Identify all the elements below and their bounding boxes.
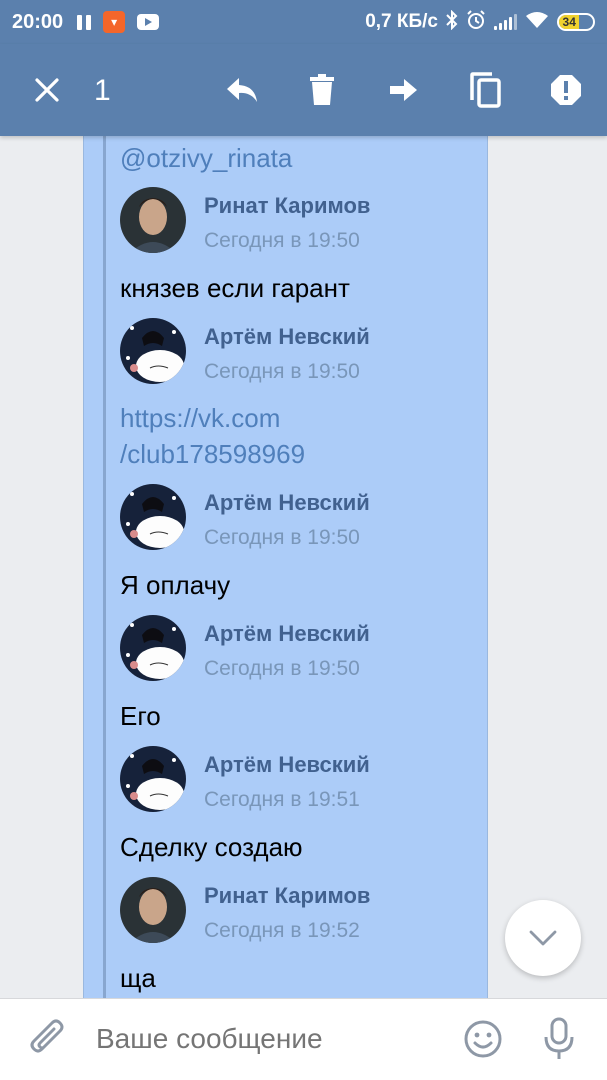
- copy-button[interactable]: [465, 70, 505, 110]
- avatar[interactable]: [120, 187, 186, 253]
- signal-icon: [494, 14, 517, 30]
- wifi-icon: [525, 11, 549, 34]
- delete-icon: [310, 74, 334, 105]
- message-author[interactable]: Артём Невский: [204, 752, 370, 778]
- message-author[interactable]: Ринат Каримов: [204, 883, 370, 909]
- message-text: князев если гарант: [120, 273, 350, 303]
- battery-icon: 34: [557, 13, 595, 31]
- delete-button[interactable]: [302, 70, 342, 110]
- message-header: Ринат Каримов Сегодня в 19:52: [120, 877, 480, 943]
- message-text: Сделку создаю: [120, 832, 303, 862]
- battery-level: 34: [559, 15, 580, 29]
- scroll-down-button[interactable]: [505, 900, 581, 976]
- reply-icon: [227, 78, 257, 102]
- message-text: ща: [120, 963, 156, 993]
- message-author[interactable]: Артём Невский: [204, 621, 370, 647]
- message-time: Сегодня в 19:52: [204, 919, 360, 942]
- microphone-icon: [544, 1017, 574, 1059]
- message-composer: [0, 998, 607, 1080]
- report-icon: [551, 75, 581, 105]
- message-author[interactable]: Артём Невский: [204, 324, 370, 350]
- message-time: Сегодня в 19:50: [204, 229, 360, 252]
- attach-button[interactable]: [28, 1019, 68, 1066]
- alarm-icon: [466, 9, 486, 35]
- message-header: Артём Невский Сегодня в 19:51: [120, 746, 480, 812]
- message-input[interactable]: [96, 1023, 446, 1055]
- chevron-down-icon: [529, 930, 557, 946]
- message-header: Ринат Каримов Сегодня в 19:50: [120, 187, 480, 253]
- status-bar: 20:00 ▾ 0,7 КБ/с 34: [0, 0, 607, 44]
- message-time: Сегодня в 19:50: [204, 657, 360, 680]
- network-speed: 0,7 КБ/с: [365, 11, 438, 32]
- forward-button[interactable]: [383, 70, 423, 110]
- copy-icon: [470, 72, 501, 108]
- close-button[interactable]: [27, 70, 67, 110]
- forwarded-quote-line: [103, 136, 106, 998]
- avatar[interactable]: [120, 484, 186, 550]
- message-author[interactable]: Артём Невский: [204, 490, 370, 516]
- bluetooth-icon: [446, 9, 458, 35]
- emoji-icon: [464, 1020, 502, 1058]
- avatar[interactable]: [120, 877, 186, 943]
- app-notification-icon: ▾: [103, 11, 126, 33]
- selection-action-bar: 1: [0, 44, 607, 136]
- message-header: Артём Невский Сегодня в 19:50: [120, 615, 480, 681]
- youtube-icon: [137, 14, 160, 30]
- attach-icon: [30, 1019, 64, 1053]
- message-link-line[interactable]: /club178598969: [120, 436, 305, 472]
- report-button[interactable]: [546, 70, 586, 110]
- message-header: Артём Невский Сегодня в 19:50: [120, 318, 480, 384]
- selected-count: 1: [94, 74, 111, 107]
- message-list[interactable]: @otzivy_rinata Ринат Каримов Сегодня в 1…: [0, 136, 607, 998]
- forward-icon: [390, 79, 417, 101]
- message-author[interactable]: Ринат Каримов: [204, 193, 370, 219]
- message-time: Сегодня в 19:50: [204, 526, 360, 549]
- message-header: Артём Невский Сегодня в 19:50: [120, 484, 480, 550]
- status-time: 20:00: [12, 10, 64, 33]
- avatar[interactable]: [120, 746, 186, 812]
- mention-link[interactable]: @otzivy_rinata: [120, 140, 292, 176]
- close-icon: [35, 78, 59, 102]
- message-time: Сегодня в 19:50: [204, 360, 360, 383]
- reply-button[interactable]: [222, 70, 262, 110]
- avatar[interactable]: [120, 318, 186, 384]
- voice-message-button[interactable]: [542, 1017, 576, 1066]
- selected-message-bubble[interactable]: [83, 136, 488, 998]
- message-text: Я оплачу: [120, 570, 231, 600]
- avatar[interactable]: [120, 615, 186, 681]
- message-text: Его: [120, 701, 161, 731]
- pause-icon: [77, 14, 92, 30]
- message-time: Сегодня в 19:51: [204, 788, 360, 811]
- message-link-line[interactable]: https://vk.com: [120, 400, 305, 436]
- emoji-button[interactable]: [463, 1019, 503, 1064]
- message-link[interactable]: https://vk.com /club178598969: [120, 400, 305, 472]
